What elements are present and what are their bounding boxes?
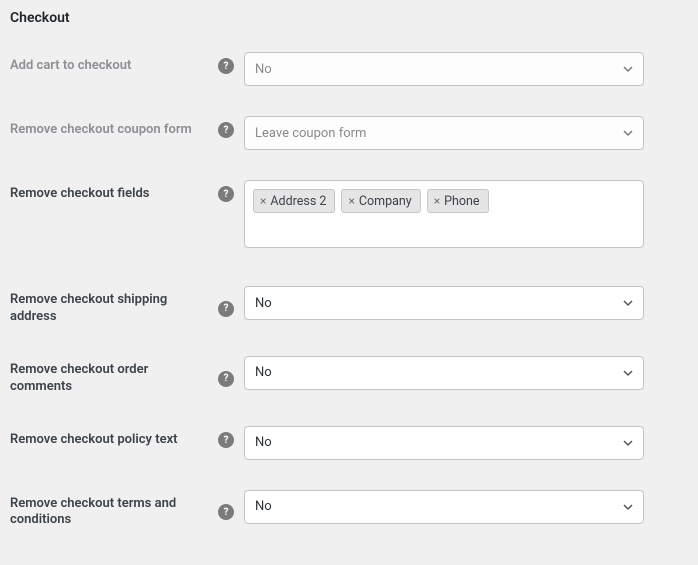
page-title: Checkout — [10, 10, 688, 26]
chevron-down-icon — [623, 438, 633, 448]
row-remove-shipping: Remove checkout shipping address ? No — [10, 286, 688, 326]
help-icon[interactable]: ? — [218, 122, 234, 138]
remove-coupon-label: Remove checkout coupon form — [10, 122, 192, 139]
row-remove-coupon: Remove checkout coupon form ? Leave coup… — [10, 116, 688, 150]
help-icon[interactable]: ? — [218, 301, 234, 317]
chevron-down-icon — [623, 64, 633, 74]
field-col: No — [244, 356, 688, 390]
remove-tag-icon[interactable]: × — [348, 195, 354, 207]
remove-coupon-value: Leave coupon form — [255, 126, 366, 141]
field-col: Leave coupon form — [244, 116, 688, 150]
tag-company[interactable]: × Company — [341, 189, 420, 213]
row-remove-policy: Remove checkout policy text ? No — [10, 426, 688, 460]
field-col: No — [244, 52, 688, 86]
field-col: No — [244, 490, 688, 524]
label-col: Remove checkout shipping address ? — [10, 286, 244, 326]
help-icon[interactable]: ? — [218, 186, 234, 202]
add-cart-select[interactable]: No — [244, 52, 644, 86]
label-col: Remove checkout coupon form ? — [10, 116, 244, 139]
label-col: Remove checkout policy text ? — [10, 426, 244, 449]
help-icon[interactable]: ? — [218, 432, 234, 448]
row-add-cart: Add cart to checkout ? No — [10, 52, 688, 86]
remove-policy-label: Remove checkout policy text — [10, 432, 178, 449]
row-remove-comments: Remove checkout order comments ? No — [10, 356, 688, 396]
chevron-down-icon — [623, 298, 633, 308]
chevron-down-icon — [623, 128, 633, 138]
chevron-down-icon — [623, 502, 633, 512]
remove-policy-value: No — [255, 435, 272, 450]
help-icon[interactable]: ? — [218, 58, 234, 74]
remove-coupon-select[interactable]: Leave coupon form — [244, 116, 644, 150]
remove-fields-multiselect[interactable]: × Address 2 × Company × Phone — [244, 180, 644, 248]
add-cart-label: Add cart to checkout — [10, 58, 131, 75]
help-icon[interactable]: ? — [218, 504, 234, 520]
remove-terms-select[interactable]: No — [244, 490, 644, 524]
remove-shipping-select[interactable]: No — [244, 286, 644, 320]
label-col: Remove checkout terms and conditions ? — [10, 490, 244, 530]
tag-label: Phone — [444, 194, 479, 209]
tag-label: Company — [359, 194, 412, 209]
remove-policy-select[interactable]: No — [244, 426, 644, 460]
remove-comments-select[interactable]: No — [244, 356, 644, 390]
remove-tag-icon[interactable]: × — [260, 195, 266, 207]
label-col: Remove checkout fields ? — [10, 180, 244, 203]
row-remove-fields: Remove checkout fields ? × Address 2 × C… — [10, 180, 688, 248]
tag-label: Address 2 — [270, 194, 326, 209]
tag-phone[interactable]: × Phone — [427, 189, 489, 213]
add-cart-value: No — [255, 62, 272, 77]
row-remove-terms: Remove checkout terms and conditions ? N… — [10, 490, 688, 530]
help-icon[interactable]: ? — [218, 371, 234, 387]
label-col: Add cart to checkout ? — [10, 52, 244, 75]
chevron-down-icon — [623, 368, 633, 378]
remove-tag-icon[interactable]: × — [434, 195, 440, 207]
remove-fields-label: Remove checkout fields — [10, 186, 149, 203]
label-col: Remove checkout order comments ? — [10, 356, 244, 396]
remove-comments-label: Remove checkout order comments — [10, 362, 200, 396]
remove-terms-label: Remove checkout terms and conditions — [10, 496, 200, 530]
tag-address-2[interactable]: × Address 2 — [253, 189, 335, 213]
field-col: No — [244, 286, 688, 320]
remove-comments-value: No — [255, 365, 272, 380]
remove-terms-value: No — [255, 499, 272, 514]
remove-shipping-label: Remove checkout shipping address — [10, 292, 200, 326]
field-col: No — [244, 426, 688, 460]
field-col: × Address 2 × Company × Phone — [244, 180, 688, 248]
remove-shipping-value: No — [255, 296, 272, 311]
